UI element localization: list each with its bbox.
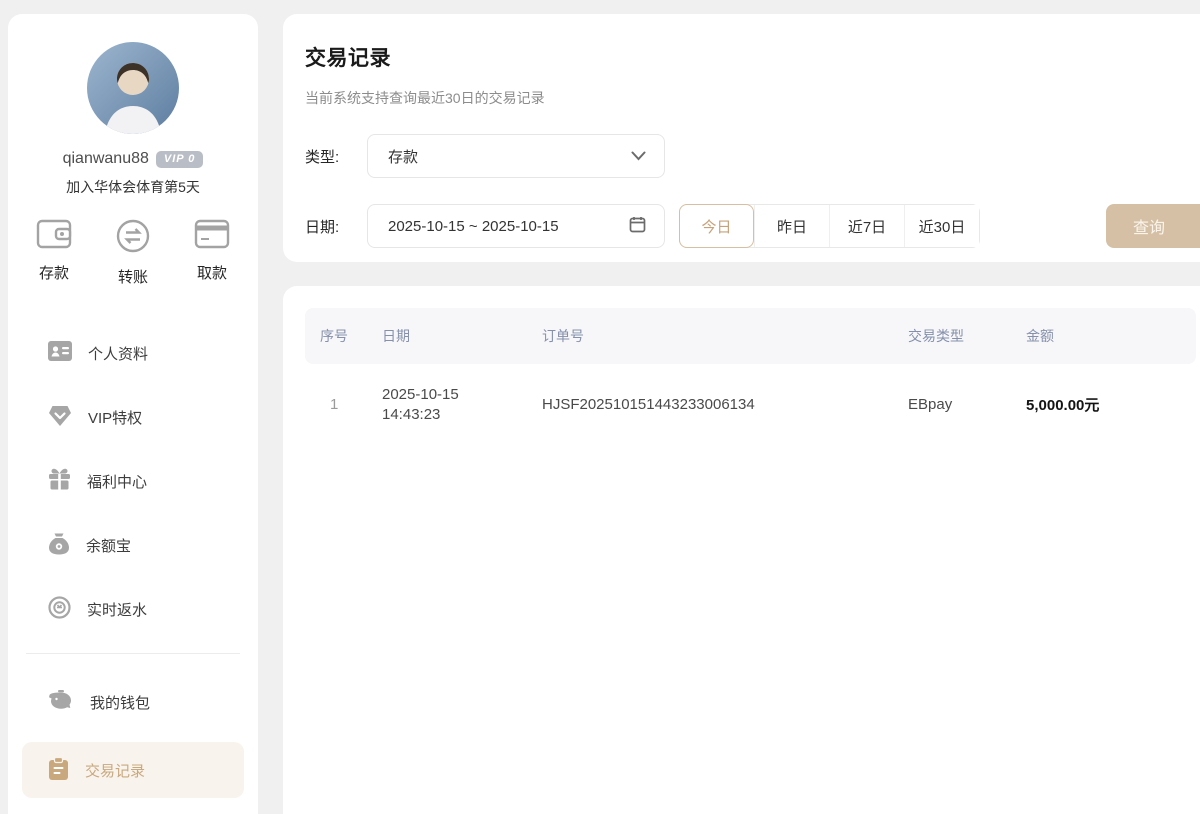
sidebar-item-label: VIP特权 <box>88 407 142 428</box>
row-type: EBpay <box>908 396 1026 413</box>
date-filter-row: 日期: 2025-10-15 ~ 2025-10-15 今日 昨日 近7日 近3… <box>305 204 1200 248</box>
table-row: 1 2025-10-15 14:43:23 HJSF20251015144323… <box>305 364 1196 445</box>
id-card-icon <box>48 341 72 365</box>
sidebar-menu: 个人资料 VIP特权 福利中心 <box>8 321 258 798</box>
deposit-wallet-icon <box>36 219 72 254</box>
sidebar-item-label: 实时返水 <box>87 599 147 620</box>
quick-range-yesterday[interactable]: 昨日 <box>754 205 829 247</box>
sidebar-item-label: 福利中心 <box>87 471 147 492</box>
records-icon <box>48 757 69 784</box>
join-days-text: 加入华体会体育第5天 <box>8 177 258 197</box>
sidebar-item-label: 交易记录 <box>85 760 145 781</box>
sidebar-item-label: 我的钱包 <box>90 692 150 713</box>
filters-card: 交易记录 当前系统支持查询最近30日的交易记录 类型: 存款 日期: 2025-… <box>283 14 1200 262</box>
deposit-label: 存款 <box>39 262 69 283</box>
sidebar-divider <box>26 653 240 654</box>
transfer-icon <box>116 219 150 258</box>
row-order-no: HJSF202510151443233006134 <box>542 396 908 413</box>
type-label: 类型: <box>305 146 367 167</box>
sidebar-item-yuebao[interactable]: 余额宝 <box>8 513 258 577</box>
sidebar-item-label: 余额宝 <box>86 535 131 556</box>
row-datetime: 2025-10-15 14:43:23 <box>382 386 542 423</box>
sidebar-item-wallet[interactable]: 我的钱包 <box>8 670 258 734</box>
row-time: 14:43:23 <box>382 406 542 423</box>
gift-icon <box>48 468 71 494</box>
col-header-type: 交易类型 <box>908 326 1026 346</box>
row-date: 2025-10-15 <box>382 386 542 403</box>
calendar-icon <box>629 216 646 237</box>
date-range-input[interactable]: 2025-10-15 ~ 2025-10-15 <box>367 204 665 248</box>
col-header-order: 订单号 <box>542 326 908 346</box>
row-amount: 5,000.00元 <box>1026 394 1196 415</box>
sidebar-item-vip[interactable]: VIP特权 <box>8 385 258 449</box>
date-label: 日期: <box>305 216 367 237</box>
sidebar-item-rebate[interactable]: 实时返水 <box>8 577 258 641</box>
date-range-value: 2025-10-15 ~ 2025-10-15 <box>388 218 629 235</box>
withdraw-card-icon <box>194 219 230 254</box>
transfer-action[interactable]: 转账 <box>116 219 150 287</box>
vip-badge: VIP 0 <box>156 151 204 168</box>
quick-range-7days[interactable]: 近7日 <box>829 205 904 247</box>
type-filter-row: 类型: 存款 <box>305 134 1200 178</box>
deposit-action[interactable]: 存款 <box>36 219 72 287</box>
col-header-index: 序号 <box>320 326 382 346</box>
type-select-value: 存款 <box>388 146 631 167</box>
user-sidebar: qianwanu88 VIP 0 加入华体会体育第5天 存款 转账 <box>8 14 258 814</box>
transfer-label: 转账 <box>118 266 148 287</box>
username: qianwanu88 <box>63 150 149 168</box>
table-header-row: 序号 日期 订单号 交易类型 金额 <box>305 308 1196 364</box>
page-subtitle: 当前系统支持查询最近30日的交易记录 <box>305 88 1200 108</box>
vip-icon <box>48 405 72 430</box>
withdraw-action[interactable]: 取款 <box>194 219 230 287</box>
money-bag-icon <box>48 532 70 559</box>
sidebar-item-benefits[interactable]: 福利中心 <box>8 449 258 513</box>
records-table-card: 序号 日期 订单号 交易类型 金额 1 2025-10-15 14:43:23 … <box>283 286 1200 814</box>
quick-date-group: 今日 昨日 近7日 近30日 <box>679 204 980 248</box>
type-select[interactable]: 存款 <box>367 134 665 178</box>
quick-actions: 存款 转账 取款 <box>8 219 258 287</box>
chevron-down-icon <box>631 148 646 165</box>
col-header-date: 日期 <box>382 326 542 346</box>
sidebar-item-profile[interactable]: 个人资料 <box>8 321 258 385</box>
quick-range-today[interactable]: 今日 <box>679 204 754 248</box>
page-title: 交易记录 <box>305 42 1200 72</box>
row-index: 1 <box>320 396 382 413</box>
col-header-amount: 金额 <box>1026 326 1196 346</box>
rebate-coin-icon <box>48 596 71 623</box>
piggy-bank-icon <box>48 689 74 715</box>
sidebar-item-transaction-records[interactable]: 交易记录 <box>22 742 244 798</box>
withdraw-label: 取款 <box>197 262 227 283</box>
sidebar-item-label: 个人资料 <box>88 343 148 364</box>
avatar[interactable] <box>87 42 179 134</box>
quick-range-30days[interactable]: 近30日 <box>904 205 979 247</box>
search-button[interactable]: 查询 <box>1106 204 1200 248</box>
